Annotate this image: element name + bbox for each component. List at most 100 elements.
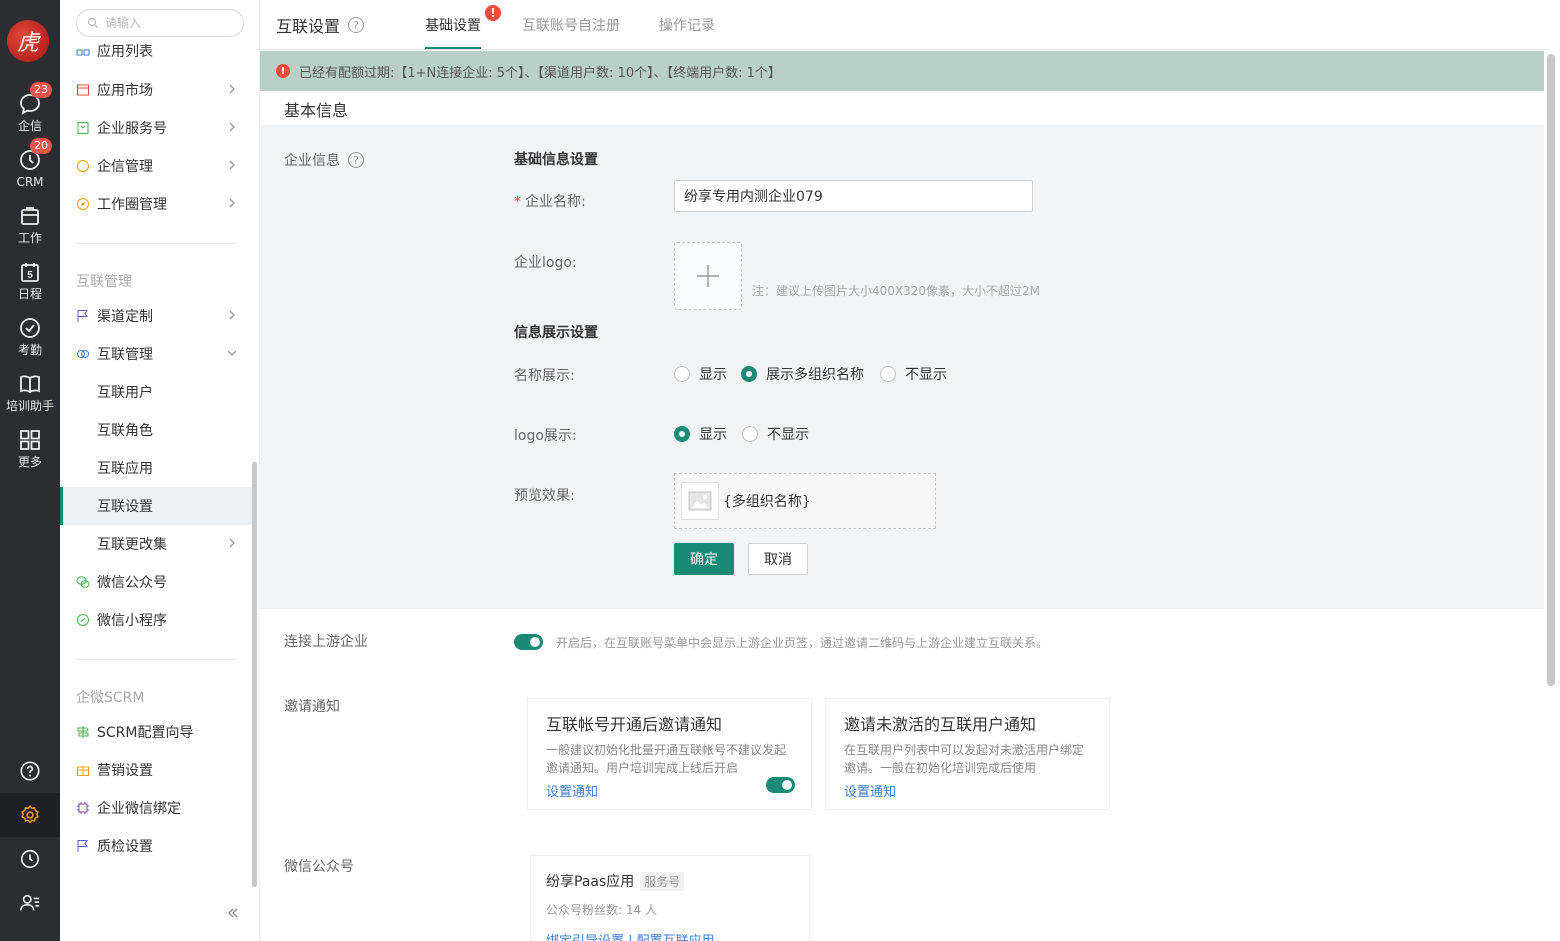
notice-text: 已经有配额过期:【1+N连接企业: 5个】、【渠道用户数: 10个】、【终端用户…: [299, 65, 781, 81]
calendar-day: 5: [27, 270, 33, 281]
grid-icon: [20, 430, 40, 450]
company-name-input[interactable]: 纷享专用内测企业079: [674, 180, 1033, 212]
sidebar-item-hulian-changes[interactable]: 互联更改集: [60, 525, 252, 563]
sidebar-item-marketing[interactable]: 营销设置: [60, 751, 252, 789]
tab-self-register[interactable]: 互联账号自注册: [522, 15, 620, 35]
invite-card-inactive: 邀请未激活的互联用户通知 在互联用户列表中可以发起对未激活用户绑定邀请。一般在初…: [825, 698, 1110, 810]
wechat-label: 微信公众号: [284, 859, 354, 875]
rail-item-more[interactable]: 更多: [0, 428, 60, 469]
group-title: 基础信息设置: [514, 152, 598, 168]
chevron-right-icon: [229, 84, 235, 94]
collapse-sidebar-icon[interactable]: [226, 906, 240, 920]
sidebar-item-quality[interactable]: 质检设置: [60, 827, 252, 865]
radio-name-show[interactable]: 显示: [674, 364, 727, 384]
sidebar-item-hulian-apps[interactable]: 互联应用: [60, 449, 252, 487]
sidebar-item-wechat-mini[interactable]: 微信小程序: [60, 601, 252, 639]
chat-icon: [76, 159, 90, 173]
invite-card-after-open: 互联帐号开通后邀请通知 一般建议初始化批量开通互联帐号不建议发起邀请通知。用户培…: [527, 698, 812, 810]
sidebar-item-app-list[interactable]: 应用列表: [60, 36, 252, 66]
radio-name-hide[interactable]: 不显示: [880, 364, 947, 384]
store-icon: [76, 83, 90, 97]
sidebar-item-channel[interactable]: 渠道定制: [60, 297, 252, 335]
name-display-label: 名称展示:: [514, 368, 575, 384]
sidebar-item-hulian-roles[interactable]: 互联角色: [60, 411, 252, 449]
apps-icon: [76, 44, 90, 58]
sidebar-item-qixin-manage[interactable]: 企信管理: [60, 147, 252, 185]
sidebar-item-hulian-manage[interactable]: 互联管理: [60, 335, 252, 373]
history-button[interactable]: [0, 837, 60, 881]
rail-label: 工作: [17, 231, 42, 245]
rail-item-schedule[interactable]: 5 日程: [0, 260, 60, 301]
settings-button[interactable]: [0, 793, 60, 837]
invite-label: 邀请通知: [284, 699, 340, 715]
sidebar-scrollbar[interactable]: [252, 462, 257, 887]
confirm-button[interactable]: 确定: [674, 543, 734, 575]
upstream-toggle[interactable]: [514, 634, 543, 650]
sidebar-item-label: 互联设置: [97, 499, 153, 515]
set-notify-link[interactable]: 设置通知: [844, 781, 1091, 800]
card-title: 互联帐号开通后邀请通知: [546, 715, 723, 734]
chevron-right-icon: [229, 122, 235, 132]
sidebar-item-label: 微信小程序: [97, 613, 167, 629]
wechat-action-links[interactable]: 绑定引导设置 | 配置互联应用: [546, 930, 794, 941]
sidebar-item-scrm-guide[interactable]: SCRM配置向导: [60, 713, 252, 751]
rail-item-work[interactable]: 工作: [0, 204, 60, 245]
upstream-desc: 开启后，在互联账号菜单中会显示上游企业页签，通过邀请二维码与上游企业建立互联关系…: [556, 636, 1049, 650]
radio-label: 展示多组织名称: [766, 367, 864, 383]
rail-item-training[interactable]: 培训助手: [0, 372, 60, 413]
company-logo-label: 企业logo:: [514, 255, 577, 271]
sidebar-search[interactable]: [76, 9, 244, 37]
main-scrollbar[interactable]: [1547, 54, 1555, 686]
sidebar-item-label: 渠道定制: [97, 309, 153, 325]
logo-upload-button[interactable]: [674, 242, 742, 310]
cancel-button[interactable]: 取消: [748, 543, 808, 575]
fans-count: 公众号粉丝数: 14 人: [546, 903, 657, 917]
sidebar-item-wechat-oa[interactable]: 微信公众号: [60, 563, 252, 601]
chevron-right-icon: [229, 160, 235, 170]
link-rings-icon: [76, 347, 90, 361]
sidebar-item-label: 企业服务号: [97, 121, 167, 137]
chevron-right-icon: [229, 198, 235, 208]
left-rail: 虎 23 企信 20 CRM 工作 5 日程 考勤 培训助手 更多: [0, 0, 60, 941]
card-desc: 一般建议初始化批量开通互联帐号不建议发起邀请通知。用户培训完成上线后开启: [546, 743, 787, 775]
radio-name-multi-org[interactable]: 展示多组织名称: [741, 364, 864, 384]
sidebar-item-app-market[interactable]: 应用市场: [60, 71, 252, 109]
miniprogram-icon: [76, 613, 90, 627]
tab-operation-log[interactable]: 操作记录: [659, 15, 715, 35]
chip-icon: [76, 801, 90, 815]
profile-button[interactable]: [0, 881, 60, 925]
help-icon[interactable]: ?: [348, 17, 365, 33]
sidebar-item-label: 互联管理: [97, 347, 153, 363]
sidebar-item-label: 企信管理: [97, 159, 153, 175]
sidebar-item-label: 互联用户: [97, 385, 153, 401]
tab-basic-settings[interactable]: 基础设置: [425, 15, 481, 35]
radio-logo-show[interactable]: 显示: [674, 424, 727, 444]
sidebar-item-workcircle[interactable]: 工作圈管理: [60, 185, 252, 223]
quota-expired-notice: ! 已经有配额过期:【1+N连接企业: 5个】、【渠道用户数: 10个】、【终端…: [260, 51, 1544, 91]
rail-item-qixin[interactable]: 23 企信: [0, 82, 60, 133]
preview-box: {多组织名称}: [674, 473, 936, 529]
preview-text: {多组织名称}: [723, 494, 811, 510]
sidebar-item-label: 营销设置: [97, 763, 153, 779]
signpost-icon: [76, 725, 90, 739]
sidebar-item-label: 质检设置: [97, 839, 153, 855]
radio-logo-hide[interactable]: 不显示: [742, 424, 809, 444]
sidebar-item-hulian-settings[interactable]: 互联设置: [60, 487, 252, 525]
sidebar-item-service-account[interactable]: 企业服务号: [60, 109, 252, 147]
set-notify-link[interactable]: 设置通知: [546, 781, 793, 800]
radio-label: 显示: [699, 427, 727, 443]
help-button[interactable]: [0, 749, 60, 793]
rail-item-crm[interactable]: 20 CRM: [0, 138, 60, 189]
user-list-icon: [20, 894, 40, 911]
sidebar-item-wework-bind[interactable]: 企业微信绑定: [60, 789, 252, 827]
clock-icon: [20, 849, 40, 869]
help-icon[interactable]: ?: [348, 152, 364, 168]
brand-logo[interactable]: 虎: [7, 20, 49, 62]
sidebar-item-label: 应用列表: [97, 44, 153, 60]
rail-item-attendance[interactable]: 考勤: [0, 316, 60, 357]
gear-icon: [21, 805, 39, 824]
invite-toggle[interactable]: [766, 777, 795, 793]
wechat-account-card: 纷享Paas应用 服务号 公众号粉丝数: 14 人 绑定引导设置 | 配置互联应…: [530, 855, 810, 941]
sidebar-item-hulian-users[interactable]: 互联用户: [60, 373, 252, 411]
search-input[interactable]: [105, 16, 235, 30]
